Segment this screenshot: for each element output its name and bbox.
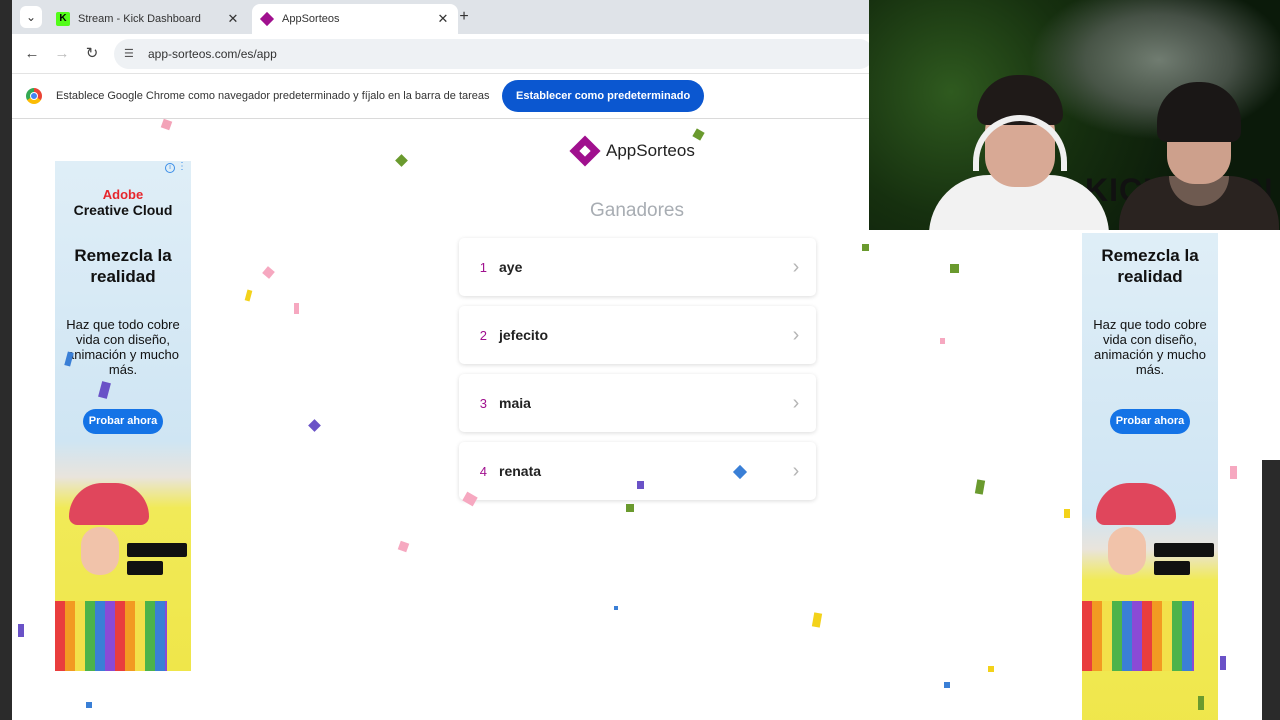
winner-row[interactable]: 4 renata › — [459, 442, 816, 500]
ad-prompt-chip — [1154, 543, 1214, 557]
winners-list: 1 aye › 2 jefecito › 3 maia › 4 renata › — [459, 238, 816, 510]
winner-rank: 2 — [479, 327, 487, 343]
ad-brand-line1: Adobe — [102, 187, 144, 202]
site-info-icon[interactable]: ☰ — [124, 47, 138, 61]
confetti-piece — [1198, 696, 1204, 710]
winner-rank: 4 — [479, 463, 487, 479]
ad-body: Haz que todo cobre vida con diseño, anim… — [66, 317, 180, 377]
winner-row[interactable]: 3 maia › — [459, 374, 816, 432]
cowboy-hat-illustration — [69, 483, 149, 525]
brand-name: AppSorteos — [606, 141, 695, 160]
ad-generate-chip — [1154, 561, 1190, 575]
confetti-piece — [395, 154, 408, 167]
ad-cta-button[interactable]: Probar ahora — [1110, 409, 1190, 434]
winner-row[interactable]: 1 aye › — [459, 238, 816, 296]
ad-body: Haz que todo cobre vida con diseño, anim… — [1093, 317, 1207, 377]
ad-menu-icon[interactable]: ⋮ — [177, 161, 187, 172]
screen: ⌄ K Stream - Kick Dashboard ✕ AppSorteos… — [0, 0, 1280, 720]
winner-name: jefecito — [499, 327, 549, 343]
streamer-left — [889, 75, 1109, 230]
confetti-piece — [862, 244, 869, 251]
confetti-piece — [811, 612, 823, 628]
tab-search-chevron-icon[interactable]: ⌄ — [20, 6, 42, 28]
winner-name: maia — [499, 395, 531, 411]
kick-favicon-icon: K — [56, 12, 70, 26]
ad-headline: Remezcla la realidad — [1101, 246, 1199, 286]
streamer-right — [1099, 80, 1280, 230]
chevron-right-icon: › — [792, 391, 800, 414]
webcam-overlay: KICKBOXIN — [869, 0, 1280, 230]
cowboy-hat-illustration — [1096, 483, 1176, 525]
chevron-right-icon: › — [792, 459, 800, 482]
chrome-logo-icon — [26, 88, 42, 104]
confetti-piece — [950, 264, 959, 273]
appsorteos-favicon-icon — [259, 11, 275, 27]
winner-name: aye — [499, 259, 523, 275]
ad-generate-chip — [127, 561, 163, 575]
confetti-piece — [294, 303, 299, 314]
url-text: app-sorteos.com/es/app — [148, 47, 277, 61]
girl-face-illustration — [81, 527, 119, 575]
confetti-piece — [692, 128, 705, 141]
confetti-piece — [397, 540, 410, 553]
appsorteos-logo-icon — [569, 135, 601, 167]
tab-title: Stream - Kick Dashboard — [78, 13, 201, 25]
close-tab-icon[interactable]: ✕ — [436, 11, 450, 27]
winner-row[interactable]: 2 jefecito › — [459, 306, 816, 364]
winner-rank: 1 — [479, 259, 487, 275]
new-tab-plus-icon[interactable]: + — [454, 7, 474, 27]
ad-info-icon[interactable]: i — [165, 163, 175, 173]
browser-window: ⌄ K Stream - Kick Dashboard ✕ AppSorteos… — [12, 0, 874, 120]
app-logo[interactable]: AppSorteos — [569, 135, 695, 167]
ad-brand-line2: Creative Cloud — [73, 202, 173, 218]
tab-title: AppSorteos — [282, 13, 340, 25]
ad-banner-left[interactable]: i ⋮ Adobe Creative Cloud Remezcla la rea… — [55, 161, 191, 671]
confetti-piece — [1064, 509, 1070, 518]
confetti-piece — [1230, 466, 1237, 479]
confetti-piece — [940, 338, 945, 344]
desktop-edge-left — [0, 0, 12, 720]
tab-strip: ⌄ K Stream - Kick Dashboard ✕ AppSorteos… — [12, 0, 869, 34]
close-tab-icon[interactable]: ✕ — [226, 11, 240, 27]
ad-headline: Remezcla la realidad — [74, 246, 172, 286]
page-title: Ganadores — [589, 200, 684, 221]
address-bar[interactable]: ☰ app-sorteos.com/es/app — [114, 39, 874, 69]
confetti-piece — [974, 479, 986, 495]
confetti-piece — [308, 419, 321, 432]
confetti-piece — [944, 682, 950, 688]
chevron-right-icon: › — [792, 255, 800, 278]
confetti-piece — [244, 289, 253, 302]
rainbow-sweater-illustration — [1082, 601, 1194, 671]
forward-arrow-icon[interactable]: → — [52, 44, 72, 64]
ad-banner-right[interactable]: Remezcla la realidad Haz que todo cobre … — [1082, 233, 1218, 720]
default-browser-infobar: Establece Google Chrome como navegador p… — [12, 74, 869, 119]
confetti-piece — [1220, 656, 1226, 670]
back-arrow-icon[interactable]: ← — [22, 44, 42, 64]
confetti-piece — [614, 606, 618, 610]
hair — [1157, 82, 1241, 142]
confetti-piece — [988, 666, 994, 672]
desktop-edge-right-top — [1262, 230, 1280, 460]
set-default-button[interactable]: Establecer como predeterminado — [502, 80, 705, 112]
winner-rank: 3 — [479, 395, 487, 411]
girl-face-illustration — [1108, 527, 1146, 575]
confetti-piece — [18, 624, 24, 637]
reload-icon[interactable]: ↻ — [82, 44, 102, 64]
ad-cta-button[interactable]: Probar ahora — [83, 409, 163, 434]
confetti-piece — [86, 702, 92, 708]
chevron-right-icon: › — [792, 323, 800, 346]
confetti-piece — [160, 118, 173, 131]
confetti-piece — [637, 481, 644, 489]
browser-toolbar: ← → ↻ ☰ app-sorteos.com/es/app — [12, 34, 874, 74]
tab-kick-dashboard[interactable]: K Stream - Kick Dashboard ✕ — [48, 4, 248, 34]
tab-appsorteos[interactable]: AppSorteos ✕ — [252, 4, 458, 34]
confetti-piece — [262, 266, 275, 279]
confetti-piece — [626, 504, 634, 512]
infobar-message: Establece Google Chrome como navegador p… — [56, 90, 490, 102]
ad-prompt-chip — [127, 543, 187, 557]
rainbow-sweater-illustration — [55, 601, 167, 671]
